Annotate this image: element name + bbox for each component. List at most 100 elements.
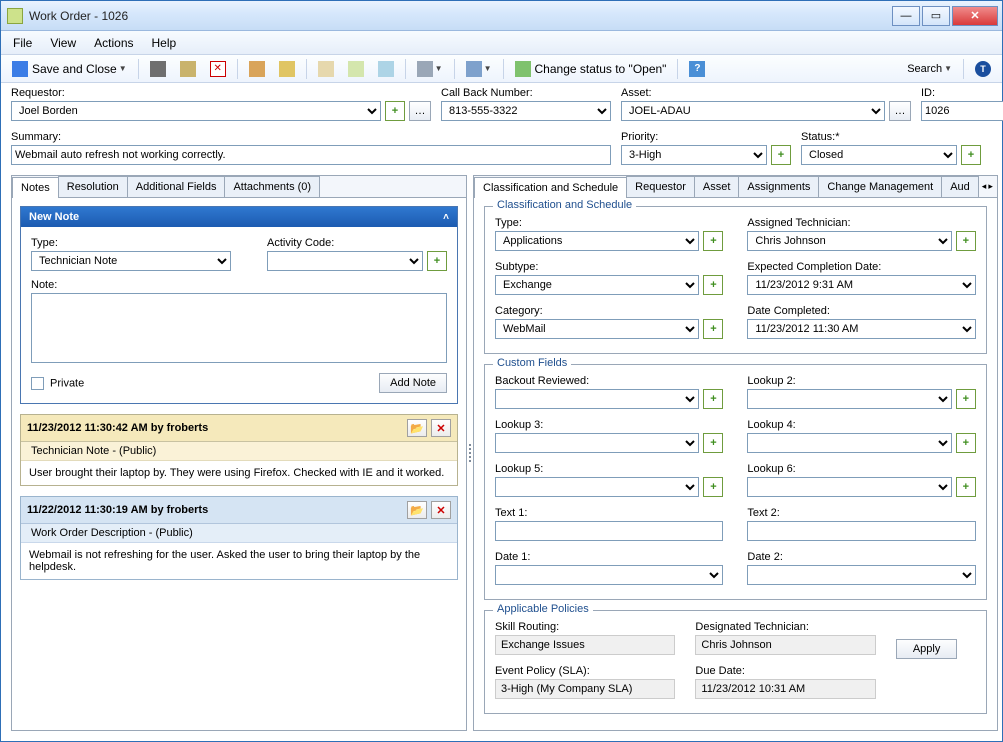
note-edit-button[interactable]: 📂 <box>407 501 427 519</box>
skill-routing-value: Exchange Issues <box>495 635 675 655</box>
note-delete-button[interactable]: ✕ <box>431 419 451 437</box>
brand-button[interactable]: T <box>970 58 996 80</box>
search-label: Search <box>907 63 942 75</box>
tab-notes[interactable]: Notes <box>12 177 59 198</box>
add-note-button[interactable]: Add Note <box>379 373 447 393</box>
user-button-2[interactable] <box>274 58 300 80</box>
search-dropdown-button[interactable]: Search ▼ <box>902 58 957 80</box>
priority-select[interactable]: 3-High <box>621 145 767 165</box>
note-edit-button[interactable]: 📂 <box>407 419 427 437</box>
desig-tech-value: Chris Johnson <box>695 635 875 655</box>
lookup5-select[interactable] <box>495 477 699 497</box>
lookup4-add-button[interactable]: + <box>956 433 976 453</box>
note-delete-button[interactable]: ✕ <box>431 501 451 519</box>
menu-file[interactable]: File <box>13 36 32 50</box>
lookup3-add-button[interactable]: + <box>703 433 723 453</box>
expected-date-select[interactable]: 11/23/2012 9:31 AM <box>747 275 975 295</box>
priority-label: Priority: <box>621 131 791 143</box>
lookup6-add-button[interactable]: + <box>956 477 976 497</box>
plus-icon: + <box>710 323 716 335</box>
lookup3-select[interactable] <box>495 433 699 453</box>
subtype-select[interactable]: Exchange <box>495 275 699 295</box>
note-type-select[interactable]: Technician Note <box>31 251 231 271</box>
lookup6-select[interactable] <box>747 477 951 497</box>
note-subheader: Work Order Description - (Public) <box>21 524 457 543</box>
tab-assignments[interactable]: Assignments <box>738 176 819 197</box>
doc-button-2[interactable] <box>343 58 369 80</box>
text2-input[interactable] <box>747 521 975 541</box>
doc-button-1[interactable] <box>313 58 339 80</box>
user-icon <box>249 61 265 77</box>
apply-button[interactable]: Apply <box>896 639 958 659</box>
print-button[interactable] <box>145 58 171 80</box>
technician-add-button[interactable]: + <box>956 231 976 251</box>
user-button-1[interactable] <box>244 58 270 80</box>
activity-add-button[interactable]: + <box>427 251 447 271</box>
asset-select[interactable]: JOEL-ADAU <box>621 101 885 121</box>
doc-button-3[interactable] <box>373 58 399 80</box>
activity-code-select[interactable] <box>267 251 423 271</box>
menu-help[interactable]: Help <box>152 36 177 50</box>
menu-actions[interactable]: Actions <box>94 36 133 50</box>
lookup4-select[interactable] <box>747 433 951 453</box>
requestor-add-button[interactable]: + <box>385 101 405 121</box>
private-checkbox-label[interactable]: Private <box>31 377 84 390</box>
grid-dropdown-button[interactable]: ▼ <box>412 58 448 80</box>
tab-requestor[interactable]: Requestor <box>626 176 695 197</box>
callback-select[interactable]: 813-555-3322 <box>441 101 611 121</box>
date2-select[interactable] <box>747 565 975 585</box>
copy-button[interactable] <box>175 58 201 80</box>
window-icon <box>378 61 394 77</box>
class-type-select[interactable]: Applications <box>495 231 699 251</box>
tab-resolution[interactable]: Resolution <box>58 176 128 197</box>
asset-browse-button[interactable]: … <box>889 101 911 121</box>
plus-icon: + <box>778 149 784 161</box>
id-field[interactable] <box>921 101 1003 121</box>
status-select[interactable]: Closed <box>801 145 957 165</box>
tab-asset[interactable]: Asset <box>694 176 740 197</box>
tab-classification[interactable]: Classification and Schedule <box>474 177 627 198</box>
completed-date-select[interactable]: 11/23/2012 11:30 AM <box>747 319 975 339</box>
tab-attachments[interactable]: Attachments (0) <box>224 176 320 197</box>
list-dropdown-button[interactable]: ▼ <box>461 58 497 80</box>
help-button[interactable]: ? <box>684 58 710 80</box>
tab-additional-fields[interactable]: Additional Fields <box>127 176 226 197</box>
splitter-handle[interactable] <box>469 175 471 731</box>
priority-add-button[interactable]: + <box>771 145 791 165</box>
category-add-button[interactable]: + <box>703 319 723 339</box>
summary-input[interactable] <box>11 145 611 165</box>
lookup5-add-button[interactable]: + <box>703 477 723 497</box>
private-checkbox[interactable] <box>31 377 44 390</box>
tab-scroll-left[interactable]: ◂ <box>982 181 987 192</box>
minimize-button[interactable]: — <box>892 6 920 26</box>
backout-select[interactable] <box>495 389 699 409</box>
category-select[interactable]: WebMail <box>495 319 699 339</box>
date1-select[interactable] <box>495 565 723 585</box>
lookup5-label: Lookup 5: <box>495 463 723 475</box>
maximize-button[interactable]: ▭ <box>922 6 950 26</box>
right-pane: Classification and Schedule Requestor As… <box>473 175 998 731</box>
tab-scroll-right[interactable]: ▸ <box>988 181 993 192</box>
subtype-add-button[interactable]: + <box>703 275 723 295</box>
requestor-browse-button[interactable]: … <box>409 101 431 121</box>
lookup2-add-button[interactable]: + <box>956 389 976 409</box>
lookup2-select[interactable] <box>747 389 951 409</box>
change-status-button[interactable]: Change status to "Open" <box>510 58 672 80</box>
close-icon: ✕ <box>970 9 979 22</box>
delete-button[interactable] <box>205 58 231 80</box>
close-button[interactable]: ✕ <box>952 6 998 26</box>
requestor-select[interactable]: Joel Borden <box>11 101 381 121</box>
tab-audit[interactable]: Aud <box>941 176 979 197</box>
backout-add-button[interactable]: + <box>703 389 723 409</box>
note-textarea[interactable] <box>31 293 447 363</box>
status-add-button[interactable]: + <box>961 145 981 165</box>
class-type-add-button[interactable]: + <box>703 231 723 251</box>
new-note-header[interactable]: New Note ˄ <box>21 207 457 227</box>
tab-change-management[interactable]: Change Management <box>818 176 942 197</box>
text1-input[interactable] <box>495 521 723 541</box>
save-and-close-button[interactable]: Save and Close ▼ <box>7 58 132 80</box>
plus-icon: + <box>710 235 716 247</box>
menu-view[interactable]: View <box>50 36 76 50</box>
plus-icon: + <box>710 393 716 405</box>
technician-select[interactable]: Chris Johnson <box>747 231 951 251</box>
